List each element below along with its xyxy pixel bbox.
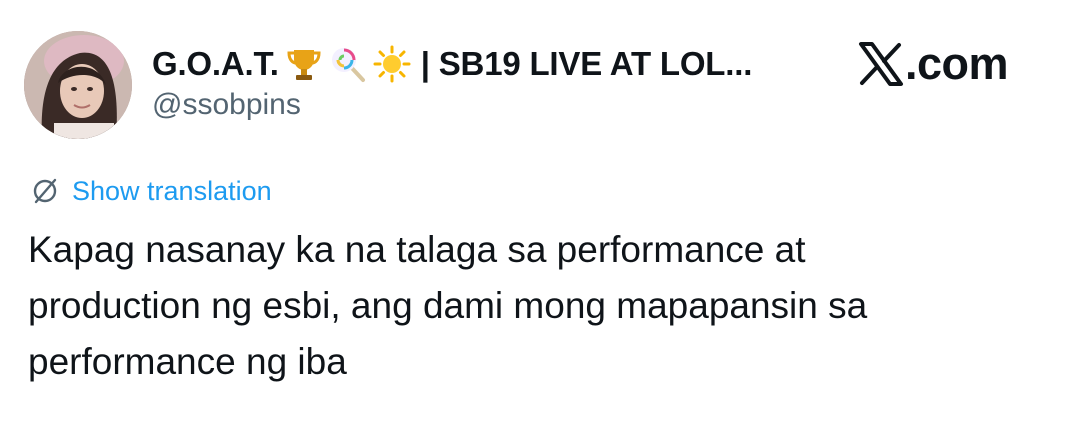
sun-icon [373,45,411,83]
brand-domain: .com [905,38,1009,89]
lollipop-icon [329,45,367,83]
avatar[interactable] [24,31,132,139]
trophy-icon [285,45,323,83]
translate-icon [33,178,57,204]
show-translation-label: Show translation [72,175,272,206]
avatar-photo [24,31,132,139]
tweet-body: Kapag nasanay ka na talaga sa performanc… [28,222,1058,390]
tweet-text-line: Kapag nasanay ka na talaga sa performanc… [28,229,806,270]
display-name-suffix: | SB19 LIVE AT LOL... [420,45,753,82]
x-brand: .com [858,36,1009,92]
show-translation-link[interactable]: Show translation [30,170,272,212]
tweet-text-line: production ng esbi, ang dami mong mapapa… [28,285,868,326]
user-handle[interactable]: @ssobpins [152,88,301,122]
display-name[interactable]: G.O.A.T. | SB19 LIVE AT LOL... [152,40,752,88]
x-logo-icon [859,42,903,86]
tweet-text-line: performance ng iba [28,341,347,382]
display-name-text: G.O.A.T. [152,45,279,82]
tweet-card: G.O.A.T. | SB19 LIVE AT LOL... @ssobpins… [0,0,1079,422]
